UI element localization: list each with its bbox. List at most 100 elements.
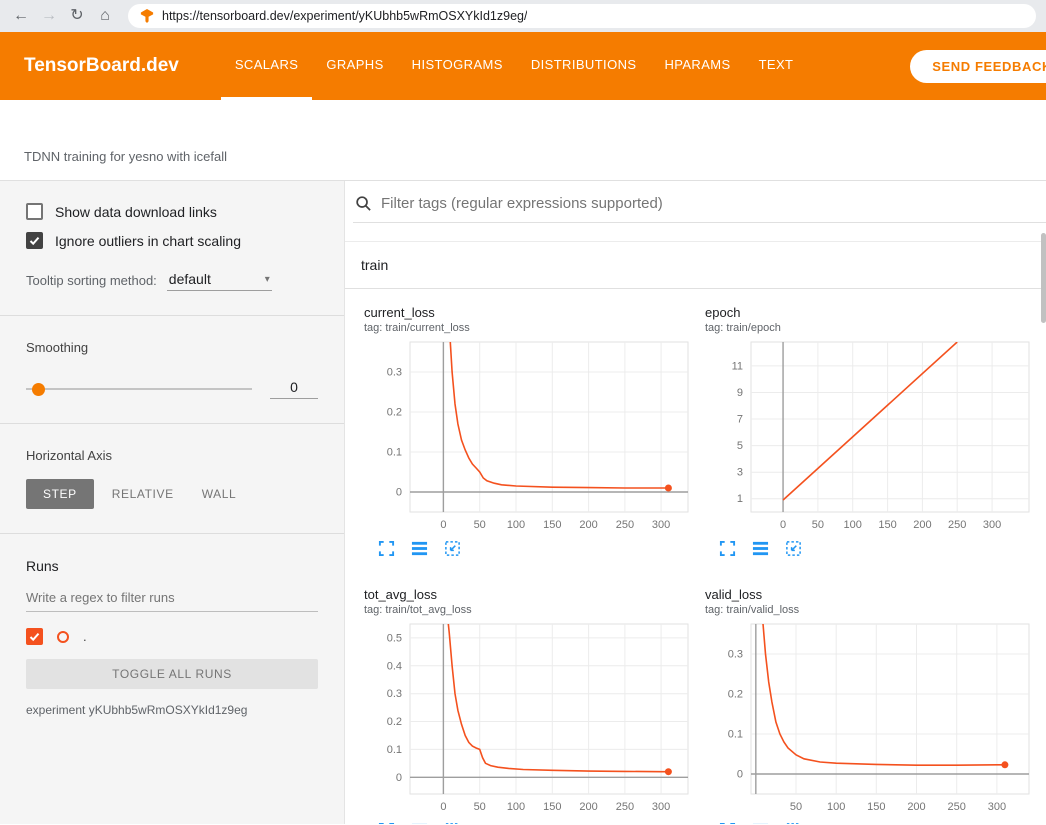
content-area: Show data download links Ignore outliers… — [0, 180, 1046, 824]
sidebar-divider — [0, 315, 344, 316]
chart-card-current-loss: current_loss tag: train/current_loss 00.… — [364, 305, 699, 557]
svg-text:250: 250 — [616, 519, 634, 531]
ignore-outliers-label: Ignore outliers in chart scaling — [55, 233, 241, 249]
nav-tabs: SCALARS GRAPHS HISTOGRAMS DISTRIBUTIONS … — [221, 32, 808, 100]
svg-text:100: 100 — [827, 801, 845, 813]
home-icon[interactable]: ⌂ — [94, 8, 116, 24]
tooltip-sorting-dropdown[interactable]: default ▾ — [167, 271, 272, 291]
smoothing-slider-thumb[interactable] — [32, 383, 45, 396]
svg-text:250: 250 — [616, 801, 634, 813]
chart-current-loss-plot[interactable]: 00.10.20.3050100150200250300 — [364, 338, 694, 536]
svg-text:100: 100 — [507, 801, 525, 813]
forward-icon[interactable]: → — [38, 8, 60, 24]
svg-text:0: 0 — [396, 487, 402, 499]
main-panel: Filter tags (regular expressions support… — [345, 181, 1046, 824]
url-bar[interactable]: https://tensorboard.dev/experiment/yKUbh… — [128, 4, 1036, 28]
svg-text:250: 250 — [948, 519, 966, 531]
tab-text[interactable]: TEXT — [745, 32, 808, 100]
svg-text:0: 0 — [440, 519, 446, 531]
wall-button[interactable]: WALL — [192, 479, 247, 509]
svg-text:0.2: 0.2 — [387, 407, 402, 419]
fit-domain-icon[interactable] — [785, 540, 802, 557]
tab-distributions[interactable]: DISTRIBUTIONS — [517, 32, 651, 100]
svg-text:300: 300 — [988, 801, 1006, 813]
tab-histograms[interactable]: HISTOGRAMS — [398, 32, 517, 100]
experiment-title-strip: TDNN training for yesno with icefall — [0, 100, 1046, 180]
svg-text:150: 150 — [878, 519, 896, 531]
full-width-icon[interactable] — [411, 822, 428, 824]
svg-text:0.5: 0.5 — [387, 632, 402, 644]
svg-text:100: 100 — [844, 519, 862, 531]
scrollbar-thumb[interactable] — [1041, 233, 1046, 323]
chart-valid-loss-plot[interactable]: 00.10.20.350100150200250300 — [705, 620, 1035, 818]
reload-icon[interactable]: ↻ — [66, 8, 88, 24]
svg-text:50: 50 — [474, 519, 486, 531]
show-download-checkbox[interactable] — [26, 203, 43, 220]
app-window: ← → ↻ ⌂ https://tensorboard.dev/experime… — [0, 0, 1046, 825]
step-button[interactable]: STEP — [26, 479, 94, 509]
run-name[interactable]: . — [83, 629, 87, 644]
smoothing-value-input[interactable]: 0 — [270, 379, 318, 399]
chart-toolbar — [364, 540, 699, 557]
svg-text:0.2: 0.2 — [387, 716, 402, 728]
svg-text:200: 200 — [579, 801, 597, 813]
fit-domain-icon[interactable] — [444, 822, 461, 824]
full-width-icon[interactable] — [411, 540, 428, 557]
full-width-icon[interactable] — [752, 540, 769, 557]
svg-text:300: 300 — [983, 519, 1001, 531]
svg-text:0.1: 0.1 — [387, 744, 402, 756]
send-feedback-button[interactable]: SEND FEEDBACK — [910, 50, 1046, 83]
expand-chart-icon[interactable] — [719, 540, 736, 557]
chart-tot-avg-loss-plot[interactable]: 00.10.20.30.40.5050100150200250300 — [364, 620, 694, 818]
run-checkbox[interactable] — [26, 628, 43, 645]
smoothing-slider-row: 0 — [26, 379, 318, 399]
ignore-outliers-checkbox[interactable] — [26, 232, 43, 249]
browser-toolbar: ← → ↻ ⌂ https://tensorboard.dev/experime… — [0, 0, 1046, 32]
toggle-all-runs-button[interactable]: TOGGLE ALL RUNS — [26, 659, 318, 689]
svg-text:200: 200 — [907, 801, 925, 813]
svg-text:0.3: 0.3 — [387, 688, 402, 700]
brand-logo[interactable]: TensorBoard.dev — [0, 55, 179, 77]
fit-domain-icon[interactable] — [444, 540, 461, 557]
svg-text:50: 50 — [474, 801, 486, 813]
svg-text:0.4: 0.4 — [387, 660, 402, 672]
runs-filter-input[interactable]: Write a regex to filter runs — [26, 590, 318, 612]
filter-tags-row[interactable]: Filter tags (regular expressions support… — [353, 195, 1046, 223]
back-icon[interactable]: ← — [10, 8, 32, 24]
fit-domain-icon[interactable] — [785, 822, 802, 824]
tensorboard-favicon — [140, 9, 154, 23]
chart-title: valid_loss — [705, 587, 1040, 602]
smoothing-label: Smoothing — [26, 340, 318, 355]
search-icon — [355, 195, 372, 212]
chart-epoch-plot[interactable]: 1357911050100150200250300 — [705, 338, 1035, 536]
sidebar-divider — [0, 423, 344, 424]
full-width-icon[interactable] — [752, 822, 769, 824]
svg-text:0: 0 — [440, 801, 446, 813]
svg-text:0: 0 — [780, 519, 786, 531]
svg-text:200: 200 — [913, 519, 931, 531]
app-header: TensorBoard.dev SCALARS GRAPHS HISTOGRAM… — [0, 32, 1046, 100]
expand-chart-icon[interactable] — [719, 822, 736, 824]
sidebar-divider — [0, 533, 344, 534]
chart-toolbar — [364, 822, 699, 824]
chart-toolbar — [705, 822, 1040, 824]
relative-button[interactable]: RELATIVE — [102, 479, 184, 509]
tag-group-card: train current_loss tag: train/current_lo… — [345, 241, 1046, 824]
tab-hparams[interactable]: HPARAMS — [650, 32, 744, 100]
tab-graphs[interactable]: GRAPHS — [312, 32, 397, 100]
filter-tags-input[interactable]: Filter tags (regular expressions support… — [381, 195, 663, 212]
smoothing-slider[interactable] — [26, 388, 252, 390]
runs-label: Runs — [26, 558, 318, 574]
tooltip-sorting-row: Tooltip sorting method: default ▾ — [26, 271, 318, 291]
chart-tag: tag: train/valid_loss — [705, 604, 1040, 616]
experiment-title: TDNN training for yesno with icefall — [24, 149, 227, 164]
expand-chart-icon[interactable] — [378, 540, 395, 557]
horizontal-axis-label: Horizontal Axis — [26, 448, 318, 463]
tab-scalars[interactable]: SCALARS — [221, 32, 313, 100]
chart-tag: tag: train/epoch — [705, 322, 1040, 334]
svg-text:150: 150 — [867, 801, 885, 813]
settings-sidebar: Show data download links Ignore outliers… — [0, 181, 345, 824]
chart-tag: tag: train/current_loss — [364, 322, 699, 334]
tag-group-header[interactable]: train — [345, 242, 1046, 289]
expand-chart-icon[interactable] — [378, 822, 395, 824]
